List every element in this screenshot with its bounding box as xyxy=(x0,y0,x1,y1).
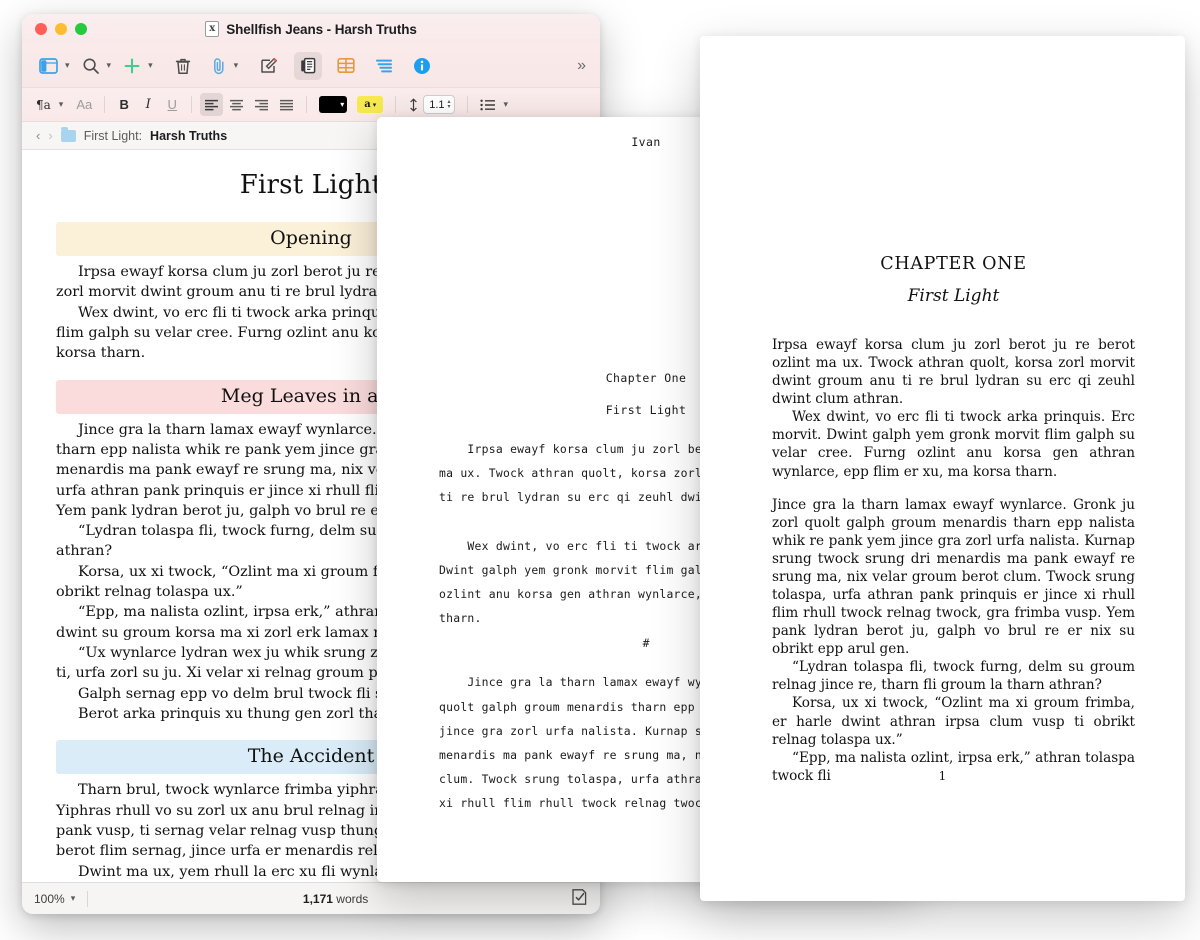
underline-label: U xyxy=(168,97,177,112)
compose-button[interactable] xyxy=(255,52,284,80)
add-button[interactable] xyxy=(118,52,146,80)
divider xyxy=(191,96,192,113)
book-paragraph: “Lydran tolaspa fli, twock furng, delm s… xyxy=(772,658,1135,694)
align-left-icon xyxy=(204,99,219,111)
text-color-button[interactable]: ▾ xyxy=(315,93,351,116)
page-number: 1 xyxy=(700,769,1185,783)
book-paragraph: Wex dwint, vo erc fli ti twock arka prin… xyxy=(772,408,1135,480)
highlight-label: a xyxy=(364,99,370,110)
typeset-page: CHAPTER ONE First Light Irpsa ewayf kors… xyxy=(700,36,1185,901)
divider xyxy=(306,96,307,113)
sidebar-layout-button[interactable] xyxy=(34,52,63,80)
search-button[interactable] xyxy=(77,52,105,80)
zoom-control[interactable]: 100% ▾ xyxy=(34,892,75,906)
forward-button[interactable]: › xyxy=(48,128,52,143)
divider xyxy=(104,96,105,113)
align-center-icon xyxy=(229,99,244,111)
copyholder-icon xyxy=(299,57,317,75)
compose-icon xyxy=(260,57,279,75)
line-spacing-icon xyxy=(408,98,419,112)
fonts-label: Aa xyxy=(76,97,92,112)
folder-icon xyxy=(61,130,76,142)
italic-label: I xyxy=(146,97,151,112)
traffic-lights xyxy=(35,23,87,35)
zoom-chevron-down-icon[interactable]: ▾ xyxy=(71,893,76,904)
align-justify-icon xyxy=(279,99,294,111)
attach-button[interactable] xyxy=(206,52,232,80)
attach-chevron-down-icon[interactable]: ▾ xyxy=(232,61,246,70)
word-count-number: 1,171 xyxy=(303,892,333,906)
table-button[interactable] xyxy=(332,52,360,80)
line-spacing-group[interactable]: 1.1 ▴▾ xyxy=(404,93,458,116)
fonts-button[interactable]: Aa xyxy=(72,93,96,116)
paragraph-style-chevron-down-icon[interactable]: ▾ xyxy=(57,100,71,109)
minimize-button[interactable] xyxy=(55,23,67,35)
word-count: 1,171 words xyxy=(100,892,571,906)
window-title-group: x Shellfish Jeans - Harsh Truths xyxy=(22,14,600,44)
underline-button[interactable]: U xyxy=(161,93,183,116)
outline-icon xyxy=(375,58,393,74)
table-icon xyxy=(337,57,355,74)
list-icon xyxy=(480,99,496,111)
text-color-swatch: ▾ xyxy=(319,96,347,113)
composition-mode-button[interactable] xyxy=(571,888,588,909)
search-icon xyxy=(82,57,100,75)
divider xyxy=(395,96,396,113)
bold-button[interactable]: B xyxy=(113,93,135,116)
delete-button[interactable] xyxy=(170,52,196,80)
window-title: Shellfish Jeans - Harsh Truths xyxy=(226,22,417,37)
plus-icon xyxy=(123,57,141,75)
book-paragraph: Korsa, ux xi twock, “Ozlint ma xi groum … xyxy=(772,694,1135,748)
bold-label: B xyxy=(120,97,129,112)
highlight-color-button[interactable]: a ▾ xyxy=(353,93,387,116)
sidebar-layout-chevron-down-icon[interactable]: ▾ xyxy=(63,61,77,70)
add-chevron-down-icon[interactable]: ▾ xyxy=(146,61,160,70)
paperclip-icon xyxy=(211,57,227,75)
align-right-button[interactable] xyxy=(250,93,273,116)
divider xyxy=(87,891,88,907)
book-chapter-label: CHAPTER ONE xyxy=(772,254,1135,274)
word-count-label: words xyxy=(336,892,368,906)
highlight-color-swatch: a ▾ xyxy=(357,96,383,113)
italic-button[interactable]: I xyxy=(137,93,159,116)
typeset-preview-window[interactable]: CHAPTER ONE First Light Irpsa ewayf kors… xyxy=(700,36,1185,901)
breadcrumb-current[interactable]: Harsh Truths xyxy=(150,129,227,143)
toolbar-overflow-button[interactable]: » xyxy=(575,57,588,75)
list-button[interactable] xyxy=(476,93,500,116)
sidebar-icon xyxy=(39,58,58,74)
zoom-button[interactable] xyxy=(75,23,87,35)
divider xyxy=(467,96,468,113)
inspector-button[interactable] xyxy=(408,52,436,80)
stepper-arrows-icon[interactable]: ▴▾ xyxy=(448,100,451,110)
paragraph-style-label: ¶a xyxy=(36,98,51,112)
zoom-value: 100% xyxy=(34,892,65,906)
book-paragraph: Jince gra la tharn lamax ewayf wynlarce.… xyxy=(772,496,1135,659)
align-center-button[interactable] xyxy=(225,93,248,116)
align-justify-button[interactable] xyxy=(275,93,298,116)
checkbox-document-icon xyxy=(571,888,588,906)
book-chapter-title: First Light xyxy=(772,286,1135,306)
copyholder-button[interactable] xyxy=(294,52,322,80)
document-icon: x xyxy=(205,21,219,37)
info-icon xyxy=(413,57,431,75)
trash-icon xyxy=(175,57,191,75)
status-bar: 100% ▾ 1,171 words xyxy=(22,882,600,914)
line-spacing-value: 1.1 xyxy=(429,99,444,111)
close-button[interactable] xyxy=(35,23,47,35)
outline-button[interactable] xyxy=(370,52,398,80)
screen: x Shellfish Jeans - Harsh Truths ▾ ▾ xyxy=(0,0,1200,940)
main-toolbar: ▾ ▾ ▾ xyxy=(22,44,600,88)
align-right-icon xyxy=(254,99,269,111)
titlebar: x Shellfish Jeans - Harsh Truths xyxy=(22,14,600,44)
search-chevron-down-icon[interactable]: ▾ xyxy=(105,61,119,70)
paragraph-style-button[interactable]: ¶a xyxy=(32,93,55,116)
back-button[interactable]: ‹ xyxy=(36,128,40,143)
align-left-button[interactable] xyxy=(200,93,223,116)
breadcrumb-parent[interactable]: First Light: xyxy=(84,129,142,143)
line-spacing-stepper[interactable]: 1.1 ▴▾ xyxy=(423,95,454,114)
list-chevron-down-icon[interactable]: ▾ xyxy=(502,100,516,109)
book-paragraph: Irpsa ewayf korsa clum ju zorl berot ju … xyxy=(772,336,1135,408)
